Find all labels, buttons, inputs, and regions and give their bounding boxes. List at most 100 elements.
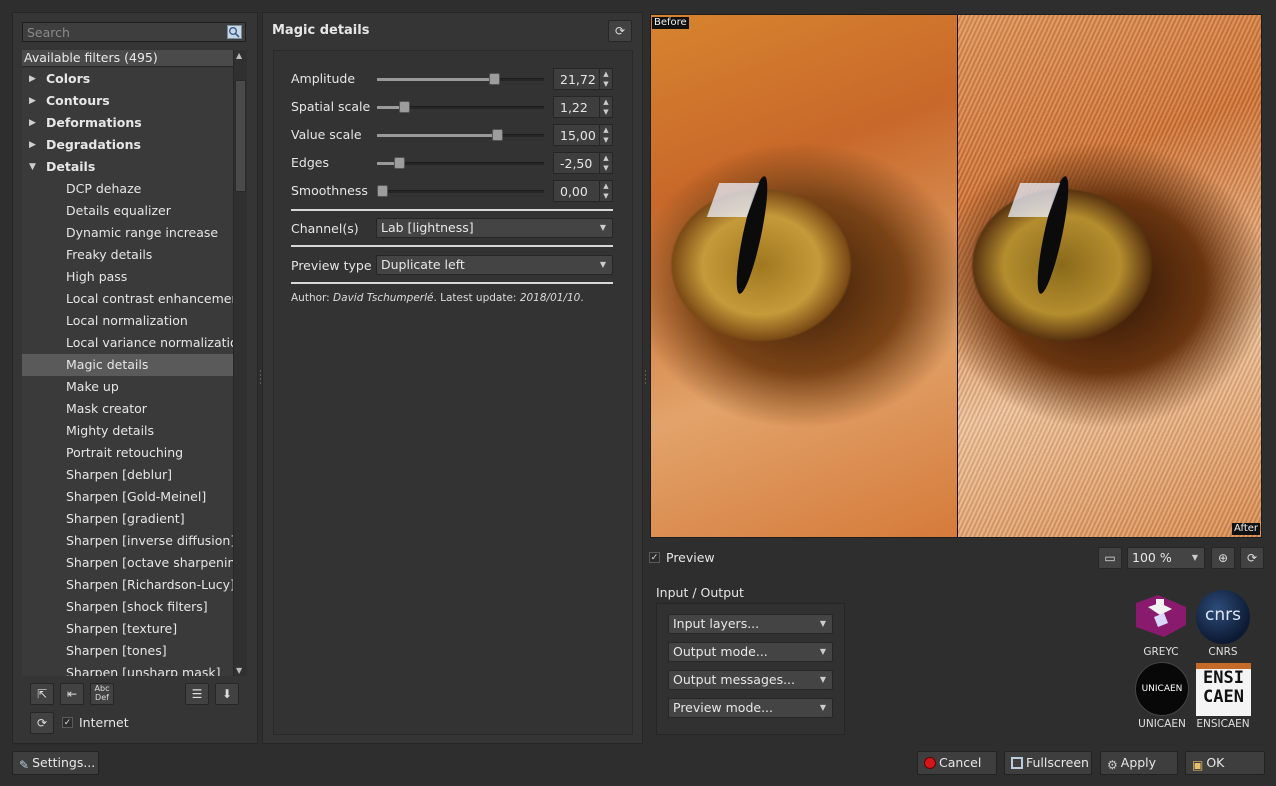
filter-item[interactable]: Magic details bbox=[22, 354, 233, 376]
select-filters-button[interactable]: ☰ bbox=[185, 683, 209, 705]
param-slider[interactable] bbox=[377, 73, 544, 85]
filter-item[interactable]: Sharpen [Gold-Meinel] bbox=[22, 486, 233, 508]
expand-right-icon[interactable]: ▶ bbox=[29, 90, 36, 112]
channels-select[interactable]: Lab [lightness] ▼ bbox=[376, 218, 613, 238]
unicaen-logo[interactable]: UNICAEN bbox=[1135, 662, 1189, 716]
preview-checkbox[interactable]: ✓ bbox=[649, 552, 660, 563]
rename-favorite-button[interactable]: Abc Def bbox=[90, 683, 114, 705]
param-spinbox[interactable]: -2,50 ▲ ▼ bbox=[553, 152, 613, 174]
spin-arrows-icon[interactable]: ▲ ▼ bbox=[599, 125, 612, 145]
slider-handle[interactable] bbox=[492, 129, 503, 141]
filter-item[interactable]: Mask creator bbox=[22, 398, 233, 420]
filter-item[interactable]: Mighty details bbox=[22, 420, 233, 442]
expand-down-icon[interactable]: ▼ bbox=[29, 156, 36, 178]
search-icon[interactable] bbox=[227, 25, 242, 39]
output-messages-select[interactable]: Output messages... ▼ bbox=[668, 670, 833, 690]
scrollbar-thumb[interactable] bbox=[235, 80, 246, 192]
greyc-logo[interactable] bbox=[1134, 593, 1188, 639]
filter-label: DCP dehaze bbox=[66, 181, 142, 196]
filter-label: Local normalization bbox=[66, 313, 188, 328]
expand-right-icon[interactable]: ▶ bbox=[29, 112, 36, 134]
filter-item[interactable]: Sharpen [octave sharpening bbox=[22, 552, 233, 574]
filter-item[interactable]: Portrait retouching bbox=[22, 442, 233, 464]
zoom-in-button[interactable]: ⊕ bbox=[1211, 547, 1235, 569]
filter-list-scrollbar[interactable]: ▲ ▼ bbox=[233, 50, 247, 676]
chevron-down-icon: ▼ bbox=[819, 619, 826, 628]
param-spinbox[interactable]: 1,22 ▲ ▼ bbox=[553, 96, 613, 118]
filter-tree[interactable]: ▶ Colors ▶ Contours ▶ Deformations ▶ Degradatio… bbox=[22, 68, 233, 676]
reset-zoom-button[interactable]: ⟳ bbox=[1240, 547, 1264, 569]
separator bbox=[291, 282, 613, 284]
param-row: Spatial scale 1,22 ▲ ▼ bbox=[291, 96, 613, 118]
filter-category[interactable]: ▼ Details bbox=[22, 156, 233, 178]
filter-item[interactable]: Make up bbox=[22, 376, 233, 398]
fullscreen-label: Fullscreen bbox=[1026, 755, 1089, 770]
param-slider[interactable] bbox=[377, 157, 544, 169]
remove-favorite-button[interactable]: ⇤ bbox=[60, 683, 84, 705]
preview-image[interactable]: Before After bbox=[650, 14, 1262, 538]
update-filters-button[interactable]: ⬇ bbox=[215, 683, 239, 705]
filter-item[interactable]: Sharpen [shock filters] bbox=[22, 596, 233, 618]
scroll-down-icon[interactable]: ▼ bbox=[236, 666, 242, 675]
filter-item[interactable]: Details equalizer bbox=[22, 200, 233, 222]
filter-item[interactable]: Local normalization bbox=[22, 310, 233, 332]
refresh-button[interactable]: ⟳ bbox=[30, 712, 54, 734]
param-slider[interactable] bbox=[377, 185, 544, 197]
slider-handle[interactable] bbox=[489, 73, 500, 85]
filter-item[interactable]: Local variance normalizatio bbox=[22, 332, 233, 354]
filter-item[interactable]: Freaky details bbox=[22, 244, 233, 266]
cnrs-logo[interactable]: cnrs bbox=[1196, 590, 1250, 644]
slider-handle[interactable] bbox=[399, 101, 410, 113]
filter-label: Deformations bbox=[46, 115, 142, 130]
param-spinbox[interactable]: 0,00 ▲ ▼ bbox=[553, 180, 613, 202]
param-spinbox[interactable]: 21,72 ▲ ▼ bbox=[553, 68, 613, 90]
input-layers-select[interactable]: Input layers... ▼ bbox=[668, 614, 833, 634]
zoom-out-button[interactable]: ▭ bbox=[1098, 547, 1122, 569]
reset-params-button[interactable]: ⟳ bbox=[608, 20, 632, 42]
output-mode-select[interactable]: Output mode... ▼ bbox=[668, 642, 833, 662]
spin-arrows-icon[interactable]: ▲ ▼ bbox=[599, 153, 612, 173]
search-input[interactable]: Search bbox=[22, 22, 246, 42]
filter-category[interactable]: ▶ Contours bbox=[22, 90, 233, 112]
filter-item[interactable]: Sharpen [deblur] bbox=[22, 464, 233, 486]
filter-item[interactable]: Sharpen [inverse diffusion] bbox=[22, 530, 233, 552]
filter-category[interactable]: ▶ Deformations bbox=[22, 112, 233, 134]
preview-mode-select[interactable]: Preview mode... ▼ bbox=[668, 698, 833, 718]
param-spinbox[interactable]: 15,00 ▲ ▼ bbox=[553, 124, 613, 146]
filter-category[interactable]: ▶ Colors bbox=[22, 68, 233, 90]
zoom-select[interactable]: 100 % ▼ bbox=[1127, 547, 1205, 569]
spin-arrows-icon[interactable]: ▲ ▼ bbox=[599, 69, 612, 89]
param-slider[interactable] bbox=[377, 101, 544, 113]
scroll-up-icon[interactable]: ▲ bbox=[236, 51, 242, 60]
spin-arrows-icon[interactable]: ▲ ▼ bbox=[599, 181, 612, 201]
apply-button[interactable]: ⚙ Apply bbox=[1100, 751, 1178, 775]
internet-checkbox[interactable]: ✓ bbox=[62, 717, 73, 728]
expand-right-icon[interactable]: ▶ bbox=[29, 68, 36, 90]
fullscreen-button[interactable]: Fullscreen bbox=[1004, 751, 1092, 775]
filter-item[interactable]: Local contrast enhancemen bbox=[22, 288, 233, 310]
filter-item[interactable]: Sharpen [texture] bbox=[22, 618, 233, 640]
filter-category[interactable]: ▶ Degradations bbox=[22, 134, 233, 156]
preview-type-select[interactable]: Duplicate left ▼ bbox=[376, 255, 613, 275]
ok-button[interactable]: ▣ OK bbox=[1185, 751, 1265, 775]
slider-handle[interactable] bbox=[394, 157, 405, 169]
ensicaen-logo[interactable]: ENSI CAEN bbox=[1196, 663, 1251, 716]
expand-right-icon[interactable]: ▶ bbox=[29, 134, 36, 156]
settings-button[interactable]: ✎ Settings... bbox=[12, 751, 99, 775]
add-favorite-button[interactable]: ⇱ bbox=[30, 683, 54, 705]
filter-item[interactable]: Sharpen [tones] bbox=[22, 640, 233, 662]
filter-item[interactable]: Dynamic range increase bbox=[22, 222, 233, 244]
output-mode-value: Output mode... bbox=[673, 644, 768, 659]
spin-arrows-icon[interactable]: ▲ ▼ bbox=[599, 97, 612, 117]
filter-item[interactable]: High pass bbox=[22, 266, 233, 288]
filter-item[interactable]: Sharpen [unsharp mask] bbox=[22, 662, 233, 676]
filter-label: Degradations bbox=[46, 137, 141, 152]
param-slider[interactable] bbox=[377, 129, 544, 141]
splitter-handle-right[interactable]: · · · · bbox=[644, 368, 647, 389]
cancel-button[interactable]: Cancel bbox=[917, 751, 997, 775]
filter-item[interactable]: Sharpen [Richardson-Lucy] bbox=[22, 574, 233, 596]
filter-item[interactable]: DCP dehaze bbox=[22, 178, 233, 200]
slider-handle[interactable] bbox=[377, 185, 388, 197]
filter-item[interactable]: Sharpen [gradient] bbox=[22, 508, 233, 530]
chevron-down-icon: ▼ bbox=[599, 260, 606, 269]
